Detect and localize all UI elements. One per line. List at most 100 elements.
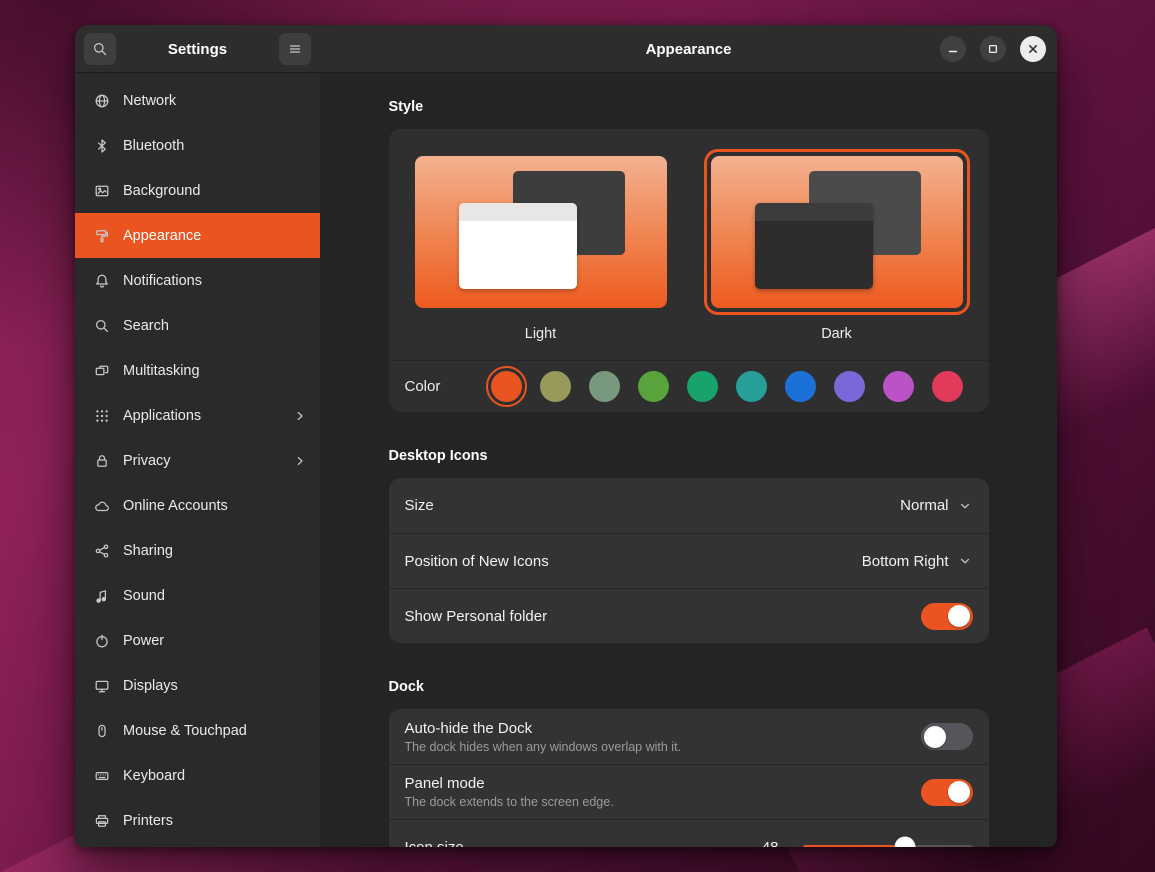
color-swatch-9[interactable] (932, 371, 963, 402)
appearance-icon (94, 228, 110, 244)
color-swatch-8[interactable] (883, 371, 914, 402)
color-swatch-3[interactable] (638, 371, 669, 402)
sidebar-item-online-accounts[interactable]: Online Accounts (75, 483, 320, 528)
auto-hide-the-dock-row[interactable]: Auto-hide the DockThe dock hides when an… (389, 709, 989, 764)
power-icon (94, 633, 110, 649)
preview-window-titlebar (755, 203, 873, 221)
online-accounts-icon (94, 498, 110, 514)
settings-window: Settings Network Bluetooth Background Appea… (75, 25, 1057, 847)
menu-icon (287, 41, 303, 57)
theme-thumbnail-light (415, 156, 667, 308)
sidebar-item-applications[interactable]: Applications (75, 393, 320, 438)
color-swatch-7[interactable] (834, 371, 865, 402)
size-row[interactable]: Size Normal (389, 478, 989, 533)
style-card: Light Dark Color (389, 129, 989, 412)
show-personal-folder-row[interactable]: Show Personal folder (389, 588, 989, 643)
theme-option-light[interactable]: Light (408, 149, 674, 342)
sidebar-item-appearance[interactable]: Appearance (75, 213, 320, 258)
panel-mode-row[interactable]: Panel modeThe dock extends to the screen… (389, 764, 989, 819)
icon-size-row[interactable]: Icon size 48 (389, 819, 989, 847)
color-swatch-6[interactable] (785, 371, 816, 402)
search-button[interactable] (84, 33, 116, 65)
close-icon (1026, 42, 1040, 56)
sidebar-item-multitasking[interactable]: Multitasking (75, 348, 320, 393)
sidebar-item-sharing[interactable]: Sharing (75, 528, 320, 573)
sidebar-item-label: Sharing (123, 543, 173, 559)
sidebar-item-label: Multitasking (123, 363, 200, 379)
sidebar-item-notifications[interactable]: Notifications (75, 258, 320, 303)
row-text: Panel modeThe dock extends to the screen… (405, 775, 614, 809)
sidebar-item-label: Online Accounts (123, 498, 228, 514)
multitasking-icon (94, 363, 110, 379)
printers-icon (94, 813, 110, 829)
color-swatch-2[interactable] (589, 371, 620, 402)
sidebar-item-network[interactable]: Network (75, 78, 320, 123)
sidebar-item-background[interactable]: Background (75, 168, 320, 213)
toggle-knob (924, 726, 946, 748)
sidebar: Settings Network Bluetooth Background Appea… (75, 25, 320, 847)
auto-hide-the-dock-toggle[interactable] (921, 723, 973, 750)
menu-button[interactable] (279, 33, 311, 65)
accent-color-row: Color (389, 360, 989, 412)
size-dropdown[interactable]: Normal (900, 497, 972, 514)
search-icon (94, 318, 110, 334)
style-section-title: Style (389, 99, 989, 115)
sidebar-item-mouse-touchpad[interactable]: Mouse & Touchpad (75, 708, 320, 753)
position-of-new-icons-dropdown[interactable]: Bottom Right (862, 553, 973, 570)
slider-fill (803, 845, 905, 848)
sidebar-item-label: Power (123, 633, 164, 649)
sidebar-item-label: Privacy (123, 453, 171, 469)
sidebar-nav: Network Bluetooth Background Appearance Noti… (75, 73, 320, 847)
chevron-right-icon (292, 408, 308, 424)
toggle-knob (948, 605, 970, 627)
color-swatch-1[interactable] (540, 371, 571, 402)
sidebar-item-label: Printers (123, 813, 173, 829)
keyboard-icon (94, 768, 110, 784)
sidebar-item-label: Bluetooth (123, 138, 184, 154)
theme-thumbnail-dark (711, 156, 963, 308)
sidebar-item-privacy[interactable]: Privacy (75, 438, 320, 483)
icon-size-slider[interactable] (803, 845, 973, 848)
sidebar-item-displays[interactable]: Displays (75, 663, 320, 708)
dropdown-value: Normal (900, 497, 948, 514)
show-personal-folder-toggle[interactable] (921, 603, 973, 630)
sidebar-item-label: Applications (123, 408, 201, 424)
sidebar-item-printers[interactable]: Printers (75, 798, 320, 843)
slider-knob[interactable] (894, 837, 915, 848)
preview-front-window (755, 203, 873, 289)
sidebar-item-keyboard[interactable]: Keyboard (75, 753, 320, 798)
theme-option-dark[interactable]: Dark (704, 149, 970, 342)
row-text: Auto-hide the DockThe dock hides when an… (405, 720, 682, 754)
panel-mode-toggle[interactable] (921, 779, 973, 806)
close-button[interactable] (1020, 36, 1046, 62)
sidebar-item-label: Displays (123, 678, 178, 694)
desktop-wallpaper: Settings Network Bluetooth Background Appea… (0, 0, 1155, 872)
sidebar-item-search[interactable]: Search (75, 303, 320, 348)
sidebar-item-bluetooth[interactable]: Bluetooth (75, 123, 320, 168)
sidebar-item-label: Network (123, 93, 176, 109)
desktop-icons-section-title: Desktop Icons (389, 448, 989, 464)
titlebar[interactable]: Appearance (320, 25, 1057, 73)
row-label: Icon size (405, 839, 464, 848)
sidebar-item-sound[interactable]: Sound (75, 573, 320, 618)
row-subtitle: The dock hides when any windows overlap … (405, 740, 682, 754)
slider-group: 48 (762, 839, 973, 848)
maximize-button[interactable] (980, 36, 1006, 62)
dock-section-title: Dock (389, 679, 989, 695)
preview-window-titlebar (459, 203, 577, 221)
sound-icon (94, 588, 110, 604)
sidebar-item-label: Sound (123, 588, 165, 604)
minimize-button[interactable] (940, 36, 966, 62)
sidebar-item-label: Appearance (123, 228, 201, 244)
row-text: Position of New Icons (405, 553, 549, 570)
color-swatch-0[interactable] (491, 371, 522, 402)
chevron-down-icon (957, 553, 973, 569)
sidebar-item-label: Background (123, 183, 200, 199)
sidebar-item-power[interactable]: Power (75, 618, 320, 663)
color-swatch-4[interactable] (687, 371, 718, 402)
sidebar-header: Settings (75, 25, 320, 73)
position-of-new-icons-row[interactable]: Position of New Icons Bottom Right (389, 533, 989, 588)
displays-icon (94, 678, 110, 694)
color-swatch-5[interactable] (736, 371, 767, 402)
mouse-icon (94, 723, 110, 739)
